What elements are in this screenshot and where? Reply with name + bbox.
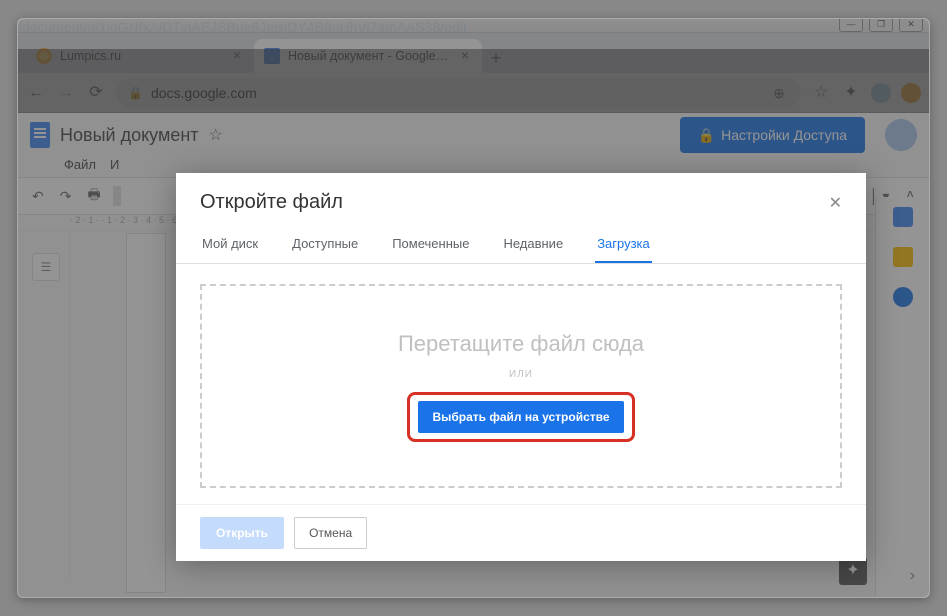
tab-upload[interactable]: Загрузка (595, 226, 652, 263)
dropzone-or-text: ИЛИ (509, 369, 533, 380)
tab-starred[interactable]: Помеченные (390, 226, 471, 263)
browser-window: — ❐ ✕ Lumpics.ru × Новый документ - Goog… (17, 18, 930, 598)
cancel-button[interactable]: Отмена (294, 517, 367, 549)
annotation-highlight: Выбрать файл на устройстве (407, 392, 634, 442)
dropzone-text: Перетащите файл сюда (398, 331, 644, 357)
tab-my-drive[interactable]: Мой диск (200, 226, 260, 263)
dialog-tabs: Мой диск Доступные Помеченные Недавние З… (176, 226, 866, 264)
dialog-close-button[interactable]: ✕ (829, 193, 842, 213)
select-file-button[interactable]: Выбрать файл на устройстве (418, 401, 623, 433)
open-button[interactable]: Открыть (200, 517, 284, 549)
open-file-dialog: Откройте файл ✕ Мой диск Доступные Помеч… (176, 173, 866, 561)
dialog-footer: Открыть Отмена (176, 504, 866, 561)
dialog-title: Откройте файл (200, 191, 343, 214)
tab-shared[interactable]: Доступные (290, 226, 360, 263)
tab-recent[interactable]: Недавние (501, 226, 565, 263)
file-dropzone[interactable]: Перетащите файл сюда ИЛИ Выбрать файл на… (200, 284, 842, 488)
